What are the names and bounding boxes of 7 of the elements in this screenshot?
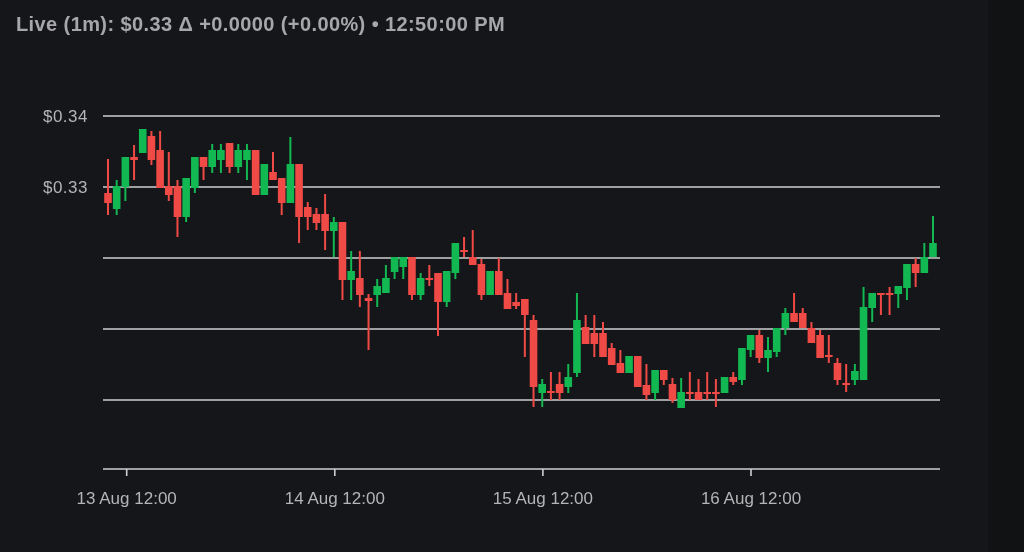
y-tick-label: $0.33 (42, 178, 88, 197)
live-price-header: Live (1m): $0.33 Δ +0.0000 (+0.00%) • 12:50:00 PM (15, 12, 506, 36)
x-tick-label: 14 Aug 12:00 (284, 489, 385, 508)
y-tick-label: $0.34 (42, 107, 88, 126)
x-tick-label: 15 Aug 12:00 (492, 489, 593, 508)
x-tick-label: 13 Aug 12:00 (76, 489, 177, 508)
x-tick-label: 16 Aug 12:00 (700, 489, 802, 508)
